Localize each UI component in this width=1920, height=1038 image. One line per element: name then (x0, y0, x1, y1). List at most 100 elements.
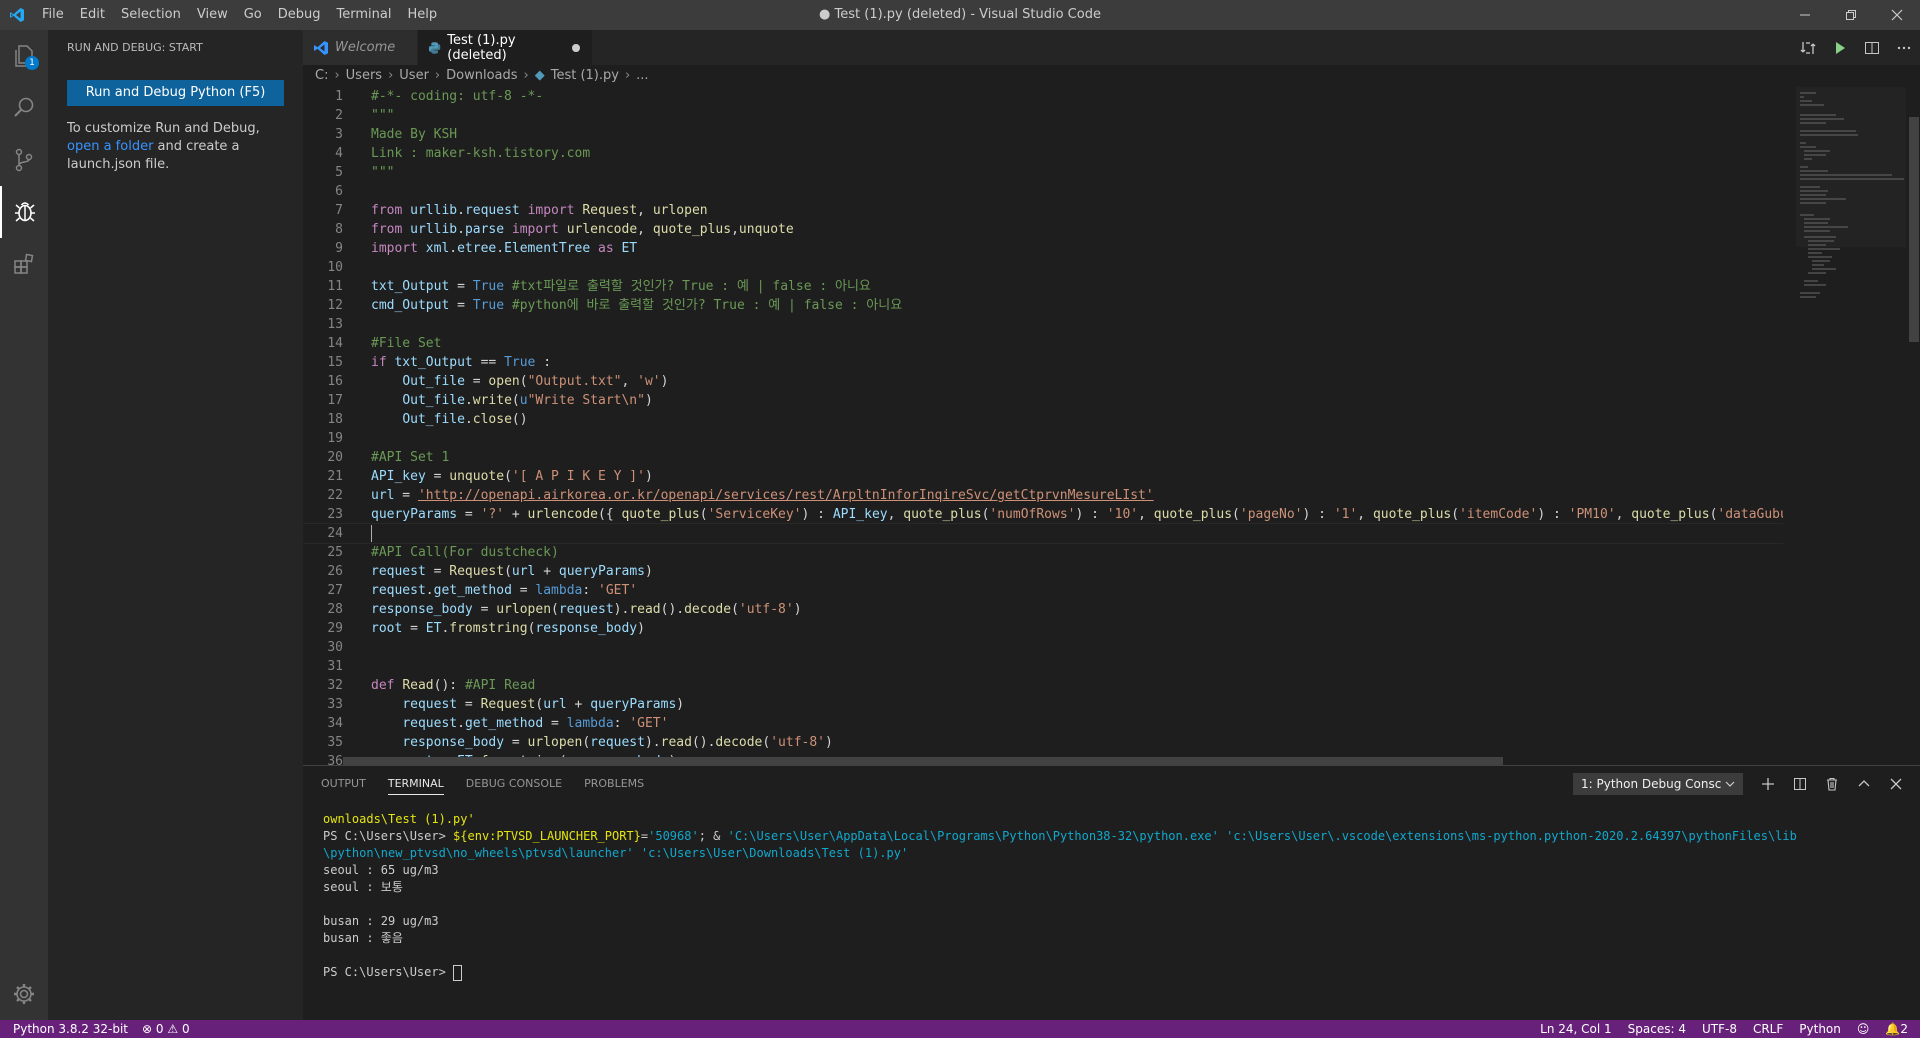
code-line[interactable]: 35 response_body = urlopen(request).read… (303, 733, 1783, 752)
code-line[interactable]: 13 (303, 315, 1783, 334)
code-line[interactable]: 30 (303, 638, 1783, 657)
tab-output[interactable]: OUTPUT (321, 777, 366, 790)
code-line[interactable]: 1 #-*- coding: utf-8 -*- (303, 87, 1783, 106)
new-terminal-button[interactable] (1754, 777, 1782, 791)
code-line[interactable]: 23 queryParams = '?' + urlencode({ quote_… (303, 505, 1783, 524)
tab-test-py[interactable]: Test (1).py (deleted) (418, 30, 593, 65)
end-of-line[interactable]: CRLF (1753, 1020, 1783, 1038)
menu-selection[interactable]: Selection (113, 0, 189, 30)
vertical-scrollbar[interactable] (1906, 87, 1920, 765)
feedback-button[interactable]: ☺ (1857, 1020, 1870, 1038)
code-line[interactable]: 17 Out_file.write(u"Write Start\n") (303, 391, 1783, 410)
menu-file[interactable]: File (34, 0, 72, 30)
code-line[interactable]: 25 #API Call(For dustcheck) (303, 543, 1783, 562)
code-line[interactable]: 16 Out_file = open("Output.txt", 'w') (303, 372, 1783, 391)
code-line[interactable]: 21 API_key = unquote('[ A P I K E Y ]') (303, 467, 1783, 486)
code-line[interactable]: 26 request = Request(url + queryParams) (303, 562, 1783, 581)
explorer-button[interactable]: 1 (0, 30, 48, 82)
code-line[interactable]: 10 (303, 258, 1783, 277)
code-line[interactable]: 4 Link : maker-ksh.tistory.com (303, 144, 1783, 163)
breadcrumb-item[interactable]: Downloads (446, 65, 517, 87)
cursor-position[interactable]: Ln 24, Col 1 (1540, 1020, 1612, 1038)
horizontal-scrollbar[interactable] (343, 755, 1763, 765)
code-text: Out_file.close() (402, 412, 528, 427)
code-line[interactable]: 32 def Read(): #API Read (303, 676, 1783, 695)
encoding[interactable]: UTF-8 (1702, 1020, 1737, 1038)
code-line[interactable]: 7 from urllib.request import Request, url… (303, 201, 1783, 220)
code-line[interactable]: 34 request.get_method = lambda: 'GET' (303, 714, 1783, 733)
tab-welcome[interactable]: Welcome (303, 30, 418, 65)
restore-button[interactable] (1828, 0, 1874, 30)
menu-go[interactable]: Go (236, 0, 270, 30)
code-text: cmd_Output = True #python에 바로 출력할 것인가? T… (371, 298, 903, 313)
line-number: 3 (335, 127, 343, 142)
breadcrumb-item[interactable]: Users (346, 65, 382, 87)
code-line[interactable]: 6 (303, 182, 1783, 201)
notifications-button[interactable]: 🔔2 (1885, 1020, 1908, 1038)
close-panel-button[interactable] (1882, 777, 1910, 791)
code-line[interactable]: 3 Made By KSH (303, 125, 1783, 144)
unsaved-dot-icon[interactable] (572, 43, 580, 52)
minimap[interactable] (1796, 87, 1906, 765)
open-folder-link[interactable]: open a folder (67, 139, 153, 154)
indentation[interactable]: Spaces: 4 (1628, 1020, 1686, 1038)
scrollbar-thumb[interactable] (1909, 117, 1919, 342)
code-line[interactable]: 24 (303, 523, 1783, 544)
tab-debug-console[interactable]: DEBUG CONSOLE (466, 777, 562, 790)
maximize-panel-button[interactable] (1850, 777, 1878, 791)
code-line[interactable]: 2 """ (303, 106, 1783, 125)
menu-help[interactable]: Help (399, 0, 445, 30)
code-editor[interactable]: 1 #-*- coding: utf-8 -*- 2 """ 3 Made By KSH 4… (303, 87, 1783, 765)
code-line[interactable]: 27 request.get_method = lambda: 'GET' (303, 581, 1783, 600)
more-actions-button[interactable] (1888, 40, 1920, 56)
code-line[interactable]: 15 if txt_Output == True : (303, 353, 1783, 372)
search-button[interactable] (0, 82, 48, 134)
terminal-output[interactable]: ownloads\Test (1).py' PS C:\Users\User> … (323, 811, 1913, 981)
scrollbar-thumb[interactable] (343, 757, 1503, 765)
code-line[interactable]: 20 #API Set 1 (303, 448, 1783, 467)
split-editor-button[interactable] (1856, 40, 1888, 56)
breadcrumb-item[interactable]: ... (636, 65, 648, 87)
code-line[interactable]: 22 url = 'http://openapi.airkorea.or.kr/o… (303, 486, 1783, 505)
manage-button[interactable] (0, 968, 48, 1020)
language-mode[interactable]: Python (1799, 1020, 1841, 1038)
code-line[interactable]: 8 from urllib.parse import urlencode, quo… (303, 220, 1783, 239)
minimize-button[interactable] (1782, 0, 1828, 30)
code-line[interactable]: 5 """ (303, 163, 1783, 182)
chevron-up-icon (1858, 779, 1870, 786)
menu-debug[interactable]: Debug (270, 0, 329, 30)
breadcrumb-item[interactable]: Test (1).py (551, 65, 619, 87)
tab-terminal[interactable]: TERMINAL (387, 777, 444, 795)
tab-problems[interactable]: PROBLEMS (584, 777, 644, 790)
code-line[interactable]: 33 request = Request(url + queryParams) (303, 695, 1783, 714)
code-line[interactable]: 18 Out_file.close() (303, 410, 1783, 429)
run-and-debug-button[interactable]: Run and Debug Python (F5) (67, 80, 284, 106)
problems-status[interactable]: ⊗ 0 ⚠ 0 (142, 1020, 190, 1038)
source-control-button[interactable] (0, 134, 48, 186)
menu-view[interactable]: View (189, 0, 236, 30)
split-terminal-button[interactable] (1786, 777, 1814, 791)
breadcrumb-item[interactable]: C: (315, 65, 328, 87)
code-line[interactable]: 14 #File Set (303, 334, 1783, 353)
code-line[interactable]: 11 txt_Output = True #txt파일로 출력할 것인가? Tru… (303, 277, 1783, 296)
breadcrumb-item[interactable]: User (399, 65, 429, 87)
code-line[interactable]: 12 cmd_Output = True #python에 바로 출력할 것인가?… (303, 296, 1783, 315)
terminal-select[interactable]: 1: Python Debug Consc (1573, 773, 1743, 795)
run-file-button[interactable] (1824, 40, 1856, 56)
smiley-icon: ☺ (1856, 1022, 1870, 1036)
code-text: from urllib.parse import urlencode, quot… (371, 222, 794, 237)
close-window-button[interactable] (1874, 0, 1920, 30)
code-line[interactable]: 9 import xml.etree.ElementTree as ET (303, 239, 1783, 258)
python-interpreter[interactable]: Python 3.8.2 32-bit (13, 1020, 128, 1038)
kill-terminal-button[interactable] (1818, 777, 1846, 791)
open-changes-button[interactable] (1792, 40, 1824, 56)
menu-terminal[interactable]: Terminal (329, 0, 400, 30)
extensions-button[interactable] (0, 238, 48, 290)
code-line[interactable]: 19 (303, 429, 1783, 448)
code-line[interactable]: 29 root = ET.fromstring(response_body) (303, 619, 1783, 638)
run-debug-button[interactable] (0, 186, 48, 238)
code-line[interactable]: 28 response_body = urlopen(request).read(… (303, 600, 1783, 619)
code-line[interactable]: 31 (303, 657, 1783, 676)
menu-edit[interactable]: Edit (72, 0, 113, 30)
